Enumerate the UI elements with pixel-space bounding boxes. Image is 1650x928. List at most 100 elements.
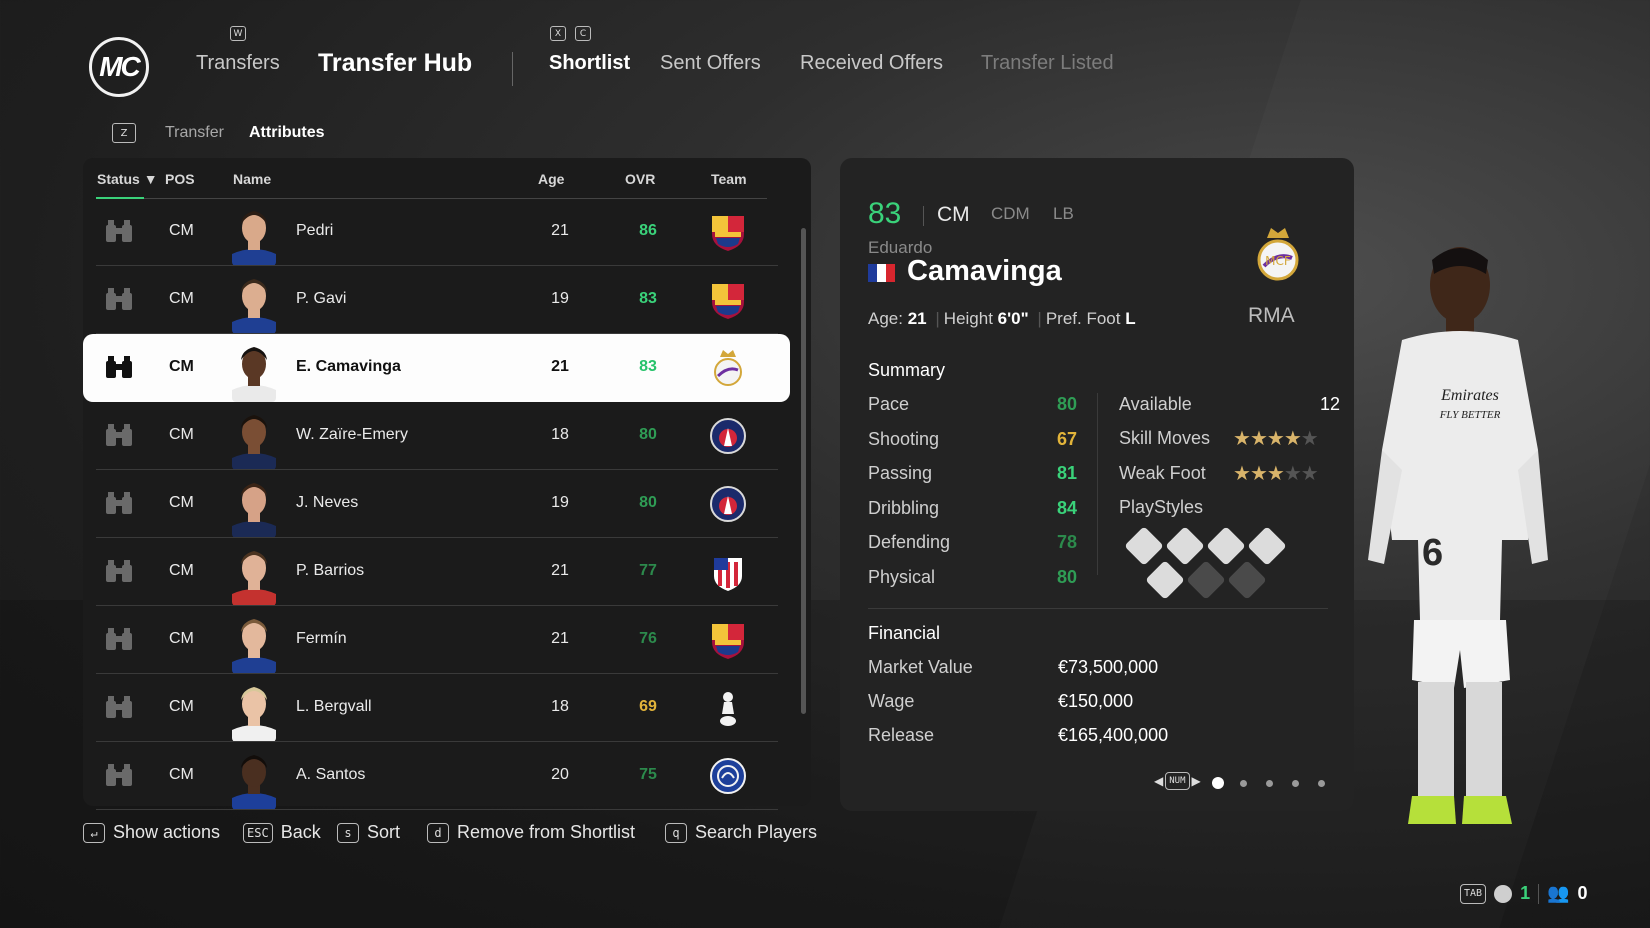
- page-nav-control[interactable]: ◀ NUM ▶: [1154, 772, 1201, 790]
- key-c-hint: C: [575, 26, 591, 41]
- stat-label: Physical: [868, 566, 936, 587]
- s-key-icon: s: [337, 822, 359, 843]
- table-row[interactable]: CM Fermín 21 76: [96, 606, 778, 674]
- wage-value: €150,000: [1058, 691, 1134, 711]
- column-header-ovr[interactable]: OVR: [625, 171, 655, 187]
- scout-count: 1: [1520, 883, 1531, 903]
- esc-key-icon: ESC: [243, 822, 273, 843]
- page-indicator-dot[interactable]: [1292, 780, 1299, 787]
- skill-moves-label: Skill Moves: [1119, 428, 1211, 448]
- available-label: Available: [1119, 394, 1192, 414]
- chevron-left-icon[interactable]: ◀: [1154, 774, 1163, 788]
- d-key-icon: d: [427, 822, 449, 843]
- detail-primary-position: CM: [937, 203, 970, 226]
- available-value: 12: [1319, 394, 1340, 414]
- table-row[interactable]: CM E. Camavinga 21 83: [83, 334, 790, 402]
- player-ovr: 75: [639, 766, 657, 783]
- detail-bio-line: Age: 21 | Height 6'0" | Pref. Foot L: [868, 309, 1136, 328]
- table-row[interactable]: CM L. Bergvall 18 69: [96, 674, 778, 742]
- player-ovr: 77: [639, 562, 657, 579]
- table-row[interactable]: CM P. Barrios 21 77: [96, 538, 778, 606]
- player-position: CM: [169, 766, 194, 783]
- ovr-divider: [923, 206, 924, 226]
- chevron-right-icon[interactable]: ▶: [1192, 774, 1201, 788]
- tab-received-offers[interactable]: Received Offers: [800, 52, 943, 75]
- svg-text:6: 6: [1422, 532, 1443, 574]
- star-empty-icon: ★: [1283, 463, 1302, 485]
- header-divider: [512, 52, 513, 86]
- player-portrait: [232, 474, 276, 538]
- page-indicator-dot[interactable]: [1318, 780, 1325, 787]
- column-header-status[interactable]: Status ▼: [97, 171, 158, 187]
- detail-alt-position: LB: [1053, 204, 1074, 223]
- player-ovr: 69: [639, 698, 657, 715]
- player-portrait: [232, 406, 276, 470]
- star-filled-icon: ★: [1233, 428, 1251, 450]
- subnav-attributes[interactable]: Attributes: [249, 124, 325, 142]
- player-portrait: [232, 746, 276, 810]
- star-filled-icon: ★: [1233, 463, 1251, 485]
- star-filled-icon: ★: [1249, 428, 1268, 450]
- key-w-hint: W: [230, 26, 246, 41]
- player-age: 21: [551, 222, 569, 239]
- tab-shortlist[interactable]: Shortlist: [549, 52, 630, 75]
- subnav-transfer[interactable]: Transfer: [165, 124, 224, 142]
- player-portrait: [232, 270, 276, 334]
- player-portrait: [232, 338, 276, 402]
- column-header-age[interactable]: Age: [538, 171, 564, 187]
- binoculars-icon: [104, 491, 134, 515]
- table-row[interactable]: CM J. Neves 19 80: [96, 470, 778, 538]
- player-age: 19: [551, 494, 569, 511]
- table-row[interactable]: CM W. Zaïre-Emery 18 80: [96, 402, 778, 470]
- page-title: Transfer Hub: [318, 49, 473, 77]
- table-row[interactable]: CM A. Santos 20 75: [96, 742, 778, 810]
- svg-text:FLY BETTER: FLY BETTER: [1439, 409, 1501, 421]
- remove-from-shortlist-button[interactable]: d Remove from Shortlist: [427, 822, 635, 843]
- back-button[interactable]: ESC Back: [243, 822, 321, 843]
- binoculars-icon: [104, 355, 134, 379]
- svg-text:MCF: MCF: [1265, 254, 1291, 268]
- stat-label: Shooting: [868, 428, 940, 449]
- binoculars-icon: [104, 219, 134, 243]
- player-ovr: 83: [639, 358, 657, 375]
- financial-divider: [868, 608, 1328, 609]
- sort-button[interactable]: s Sort: [337, 822, 400, 843]
- table-row[interactable]: CM P. Gavi 19 83: [96, 266, 778, 334]
- nav-transfers[interactable]: Transfers: [196, 52, 280, 75]
- tab-key-icon: TAB: [1460, 883, 1487, 904]
- column-header-team[interactable]: Team: [711, 171, 747, 187]
- player-ovr: 80: [639, 426, 657, 443]
- users-count: 0: [1577, 883, 1588, 903]
- svg-text:Emirates: Emirates: [1440, 387, 1499, 404]
- market-value: €73,500,000: [1058, 657, 1159, 677]
- tab-transfer-listed[interactable]: Transfer Listed: [981, 52, 1114, 75]
- search-players-button[interactable]: q Search Players: [665, 822, 817, 843]
- player-render-image: Emirates FLY BETTER 6: [1342, 240, 1552, 860]
- column-header-name[interactable]: Name: [233, 171, 271, 187]
- page-indicator-dot[interactable]: [1240, 780, 1247, 787]
- player-name: E. Camavinga: [296, 358, 401, 375]
- tab-sent-offers[interactable]: Sent Offers: [660, 52, 761, 75]
- player-ovr: 86: [639, 222, 657, 239]
- stat-value: 80: [1056, 566, 1077, 587]
- atletico-crest-icon: [710, 552, 746, 592]
- financial-heading: Financial: [868, 623, 941, 643]
- page-indicator-dot[interactable]: [1212, 777, 1224, 789]
- skill-moves-stars: ★★★★★: [1233, 426, 1319, 451]
- sort-indicator-icon: ▼: [143, 171, 158, 187]
- page-indicator-dot[interactable]: [1266, 780, 1273, 787]
- binoculars-icon: [104, 559, 134, 583]
- users-icon: 👥: [1547, 883, 1570, 903]
- table-scrollbar[interactable]: [801, 228, 806, 714]
- detail-ovr: 83: [868, 197, 902, 230]
- psg-crest-icon: [710, 484, 746, 524]
- star-filled-icon: ★: [1283, 428, 1302, 450]
- show-actions-button[interactable]: ↵ Show actions: [83, 822, 220, 843]
- real-madrid-crest-icon: MCF: [1253, 224, 1303, 284]
- mc-logo: MC: [89, 37, 149, 97]
- player-age: 21: [551, 562, 569, 579]
- player-ovr: 76: [639, 630, 657, 647]
- table-row[interactable]: CM Pedri 21 86: [96, 198, 778, 266]
- column-header-pos[interactable]: POS: [165, 171, 195, 187]
- wage-label: Wage: [868, 691, 915, 711]
